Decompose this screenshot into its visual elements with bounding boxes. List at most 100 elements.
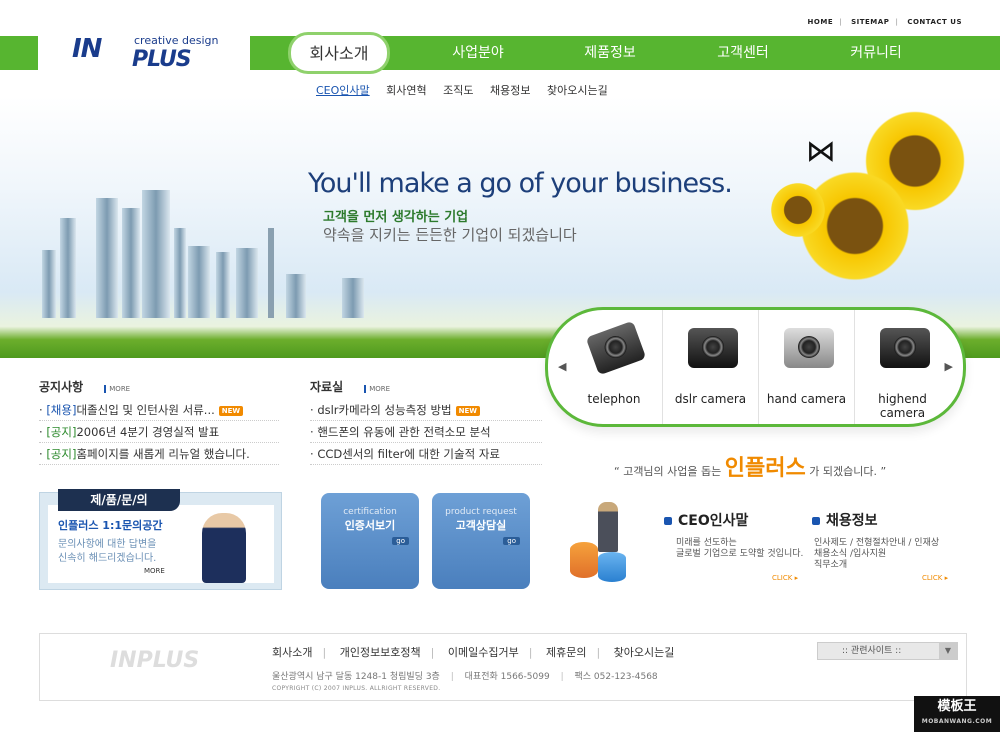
consulting-button[interactable]: product request 고객상담실 go — [432, 493, 530, 589]
inquiry-box[interactable]: 인플러스 1:1문의공간 문의사항에 대한 답변을 신속히 해드리겠습니다. M… — [39, 489, 282, 590]
ceo-click-link[interactable]: CLICK ▸ — [772, 574, 798, 582]
product-highend-camera[interactable]: highend camera — [854, 310, 950, 424]
person-image — [598, 502, 618, 552]
product-label: dslr camera — [674, 392, 747, 406]
product-hand-camera[interactable]: hand camera — [758, 310, 854, 424]
dataroom-title: 자료실 — [310, 380, 344, 394]
fax-text: 팩스 052-123-4568 — [574, 672, 658, 682]
ceo-desc-1: 미래를 선도하는 — [676, 538, 737, 548]
notice-title: 공지사항 — [39, 380, 84, 394]
footer-link-partner[interactable]: 제휴문의 — [546, 646, 586, 659]
watermark-sub: MOBANWANG.COM — [921, 718, 993, 725]
footer-link-company[interactable]: 회사소개 — [272, 646, 312, 659]
slogan-brand: 인플러스 — [724, 456, 806, 481]
building-image — [60, 218, 76, 318]
logo-word: PLUS — [132, 47, 192, 72]
nav-item-company[interactable]: 회사소개 — [288, 32, 390, 74]
list-item[interactable]: · CCD센서의 filter에 대한 기술적 자료 — [310, 443, 542, 465]
contact-link[interactable]: CONTACT US — [907, 18, 962, 26]
businessman-image — [202, 513, 246, 583]
footer-address: 울산광역시 남구 달동 1248-1 청림빌딩 3층 | 대표전화 1566-5… — [272, 672, 658, 682]
nav-item-community[interactable]: 커뮤니티 — [826, 36, 926, 70]
item-tag: [공지] — [46, 447, 77, 461]
nav-item-support[interactable]: 고객센터 — [693, 36, 793, 70]
tower-image — [268, 228, 274, 318]
logo-main: IN — [72, 34, 102, 64]
new-badge: NEW — [455, 405, 481, 416]
copyright: COPYRIGHT (C) 2007 INPLUS. ALLRIGHT RESE… — [272, 685, 441, 692]
footer-link-email[interactable]: 이메일수집거부 — [448, 646, 519, 659]
recruit-section[interactable]: 채용정보 인사제도 / 전형절차안내 / 인재상 채용소식 /입사지원 직무소개 — [812, 510, 939, 571]
item-text: CCD센서의 filter에 대한 기술적 자료 — [317, 447, 500, 461]
list-item[interactable]: · [공지]홈페이지를 새롭게 리뉴얼 했습니다. — [39, 443, 279, 465]
inquiry-desc-1: 문의사항에 대한 답변을 — [58, 539, 157, 550]
product-label: telephon — [587, 392, 641, 406]
inquiry-title: 인플러스 1:1문의공간 — [58, 519, 163, 532]
inquiry-more-link[interactable]: MORE — [144, 567, 165, 575]
watermark: 模板王 MOBANWANG.COM — [914, 696, 1000, 732]
item-text: 핸드폰의 유동에 관한 전력소모 분석 — [317, 425, 491, 439]
sitemap-link[interactable]: SITEMAP — [851, 18, 889, 26]
product-telephon[interactable]: telephon — [566, 310, 662, 424]
butterfly-icon: ⋈ — [806, 134, 836, 169]
nav-item-products[interactable]: 제품정보 — [560, 36, 660, 70]
highend-camera-icon — [880, 328, 930, 368]
nav-item-business[interactable]: 사업분야 — [428, 36, 528, 70]
coin-stack — [570, 542, 598, 578]
footer: INPLUS 회사소개 | 개인정보보호정책 | 이메일수집거부 | 제휴문의 | 찾아… — [39, 633, 967, 701]
dslr-camera-icon — [688, 328, 738, 368]
btn-en-label: product request — [445, 507, 517, 517]
inquiry-desc-2: 신속히 해드리겠습니다. — [58, 553, 157, 564]
building-image — [188, 246, 210, 318]
coin-stack — [598, 552, 626, 582]
sunflower-image — [768, 180, 828, 240]
address-text: 울산광역시 남구 달동 1248-1 청림빌딩 3층 — [272, 672, 440, 682]
footer-link-location[interactable]: 찾아오시는길 — [614, 646, 675, 659]
footer-logo: INPLUS — [110, 648, 200, 673]
related-label: :: 관련사이트 :: — [842, 646, 902, 656]
recruit-desc-1: 인사제도 / 전형절차안내 / 인재상 — [814, 538, 940, 548]
slogan: “ 고객님의 사업을 돕는 인플러스 가 되겠습니다. ” — [614, 450, 886, 482]
item-text: dslr카메라의 성능측정 방법 — [317, 403, 452, 417]
list-item[interactable]: · dslr카메라의 성능측정 방법 NEW — [310, 399, 542, 421]
list-item[interactable]: · [공지]2006년 4분기 경영실적 발표 — [39, 421, 279, 443]
hero-tagline-2: 약속을 지키는 든든한 기업이 되겠습니다 — [323, 226, 577, 244]
building-image — [122, 208, 140, 318]
btn-ko-label: 인증서보기 — [344, 519, 396, 532]
product-dslr[interactable]: dslr camera — [662, 310, 758, 424]
product-label: highend camera — [878, 392, 927, 420]
inquiry-inner: 인플러스 1:1문의공간 문의사항에 대한 답변을 신속히 해드리겠습니다. M… — [48, 505, 274, 583]
utility-links: HOME | SITEMAP | CONTACT US — [807, 18, 962, 26]
dataroom-more-link[interactable]: MORE — [364, 385, 391, 393]
item-text: 2006년 4분기 경영실적 발표 — [76, 425, 220, 439]
item-text: 홈페이지를 새롭게 리뉴얼 했습니다. — [76, 447, 250, 461]
item-text: 대졸신입 및 인턴사원 서류... — [76, 403, 215, 417]
inquiry-tab: 제/품/문/의 — [58, 489, 180, 511]
home-link[interactable]: HOME — [808, 18, 834, 26]
footer-link-privacy[interactable]: 개인정보보호정책 — [340, 646, 421, 659]
ceo-section[interactable]: CEO인사말 미래를 선도하는 글로벌 기업으로 도약할 것입니다. — [664, 510, 803, 560]
hand-camera-icon — [784, 328, 834, 368]
recruit-click-link[interactable]: CLICK ▸ — [922, 574, 948, 582]
go-button[interactable]: go — [392, 537, 409, 545]
related-sites-select[interactable]: :: 관련사이트 :: ▼ — [817, 642, 958, 660]
hero-tagline-1: 고객을 먼저 생각하는 기업 — [323, 210, 469, 225]
list-item[interactable]: · [채용]대졸신입 및 인턴사원 서류... NEW — [39, 399, 279, 421]
business-graphic — [562, 502, 656, 586]
go-button[interactable]: go — [503, 537, 520, 545]
ceo-desc-2: 글로벌 기업으로 도약할 것입니다. — [676, 549, 804, 559]
building-image — [236, 248, 258, 318]
btn-ko-label: 고객상담실 — [455, 519, 507, 532]
btn-en-label: certification — [343, 507, 397, 517]
list-item[interactable]: · 핸드폰의 유동에 관한 전력소모 분석 — [310, 421, 542, 443]
certification-button[interactable]: certification 인증서보기 go — [321, 493, 419, 589]
product-carousel: ◀ ▶ telephon dslr camera hand camera hig… — [545, 307, 966, 427]
slogan-pre: “ 고객님의 사업을 돕는 — [614, 465, 725, 478]
building-image — [42, 250, 56, 318]
notice-more-link[interactable]: MORE — [104, 385, 131, 393]
recruit-desc-3: 직무소개 — [814, 560, 848, 570]
click-label: CLICK — [922, 574, 943, 582]
click-label: CLICK — [772, 574, 793, 582]
logo[interactable]: IN creative design PLUS — [72, 34, 218, 72]
building-image — [142, 190, 170, 318]
